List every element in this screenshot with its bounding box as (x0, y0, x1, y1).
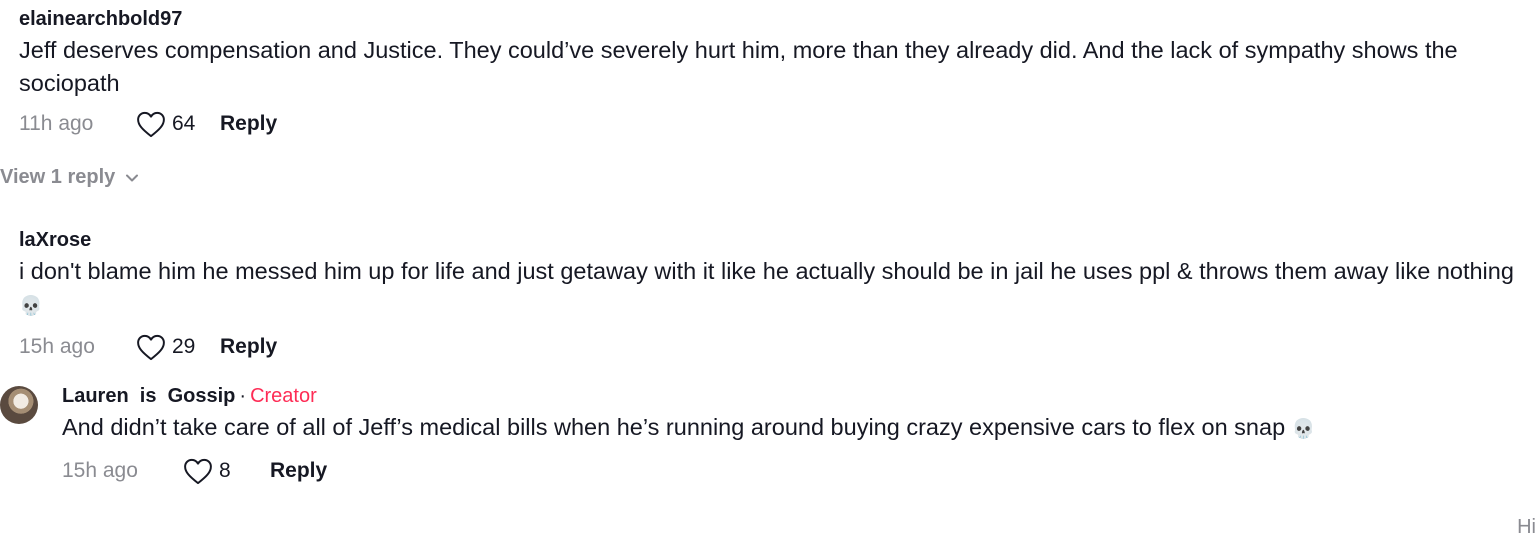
reply-body: Lauren is Gossip · Creator And didn’t take… (62, 384, 1516, 486)
reply-time: 15h ago (62, 459, 138, 482)
reply-button[interactable]: Reply (270, 459, 327, 483)
comment-time: 11h ago (19, 112, 94, 135)
reply-text-content: And didn’t take care of all of Jeff’s me… (62, 414, 1286, 440)
view-replies-label: View 1 reply (0, 166, 116, 188)
reply-username-row: Lauren is Gossip · Creator (62, 384, 1516, 408)
chevron-down-icon (126, 174, 139, 181)
avatar[interactable] (0, 386, 38, 424)
like-button[interactable]: 29 (136, 334, 220, 361)
comment-meta: 15h ago 29 Reply (19, 332, 1516, 362)
reply-button[interactable]: Reply (220, 335, 277, 359)
like-count: 8 (219, 459, 231, 482)
comment: elainearchbold97 Jeff deserves compensat… (19, 7, 1516, 139)
heart-outline-icon (137, 334, 165, 360)
comment: laXrose i don't blame him he messed him … (19, 228, 1516, 362)
skull-emoji: 💀 (19, 295, 43, 317)
like-button[interactable]: 64 (136, 111, 220, 138)
partial-corner-text: Hi (1517, 516, 1536, 538)
view-replies-button[interactable]: View 1 reply (0, 166, 139, 189)
skull-emoji: 💀 (1291, 418, 1316, 440)
comment-meta: 11h ago 64 Reply (19, 109, 1516, 139)
like-button[interactable]: 8 (183, 458, 270, 485)
separator-dot: · (239, 385, 247, 407)
comment-time: 15h ago (19, 335, 95, 358)
reply-meta: 15h ago 8 Reply (62, 456, 1516, 486)
like-count: 64 (172, 112, 196, 135)
reply-username[interactable]: Lauren is Gossip (62, 385, 235, 407)
comment-text: Jeff deserves compensation and Justice. … (19, 37, 1458, 96)
reply-text: And didn’t take care of all of Jeff’s me… (62, 411, 1516, 446)
heart-outline-icon (184, 458, 212, 484)
reply-button[interactable]: Reply (220, 112, 277, 136)
comment-username[interactable]: elainearchbold97 (19, 7, 1516, 31)
creator-badge: Creator (250, 385, 317, 407)
comment-text: i don't blame him he messed him up for l… (19, 255, 1516, 323)
like-count: 29 (172, 335, 196, 358)
comment-username[interactable]: laXrose (19, 228, 1516, 252)
heart-outline-icon (137, 111, 165, 137)
comment-text-content: i don't blame him he messed him up for l… (19, 258, 1514, 284)
